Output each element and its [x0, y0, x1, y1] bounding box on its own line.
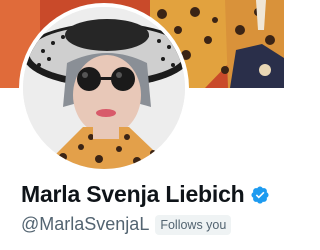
verified-badge-icon[interactable]	[250, 185, 270, 205]
avatar-photo	[23, 7, 185, 169]
profile-avatar[interactable]	[23, 7, 185, 169]
display-name-row: Marla Svenja Liebich	[21, 181, 270, 208]
handle-row: @MarlaSvenjaL Follows you	[21, 214, 232, 235]
display-name: Marla Svenja Liebich	[21, 181, 245, 207]
follows-you-badge: Follows you	[155, 214, 232, 235]
user-handle[interactable]: @MarlaSvenjaL	[21, 214, 149, 235]
